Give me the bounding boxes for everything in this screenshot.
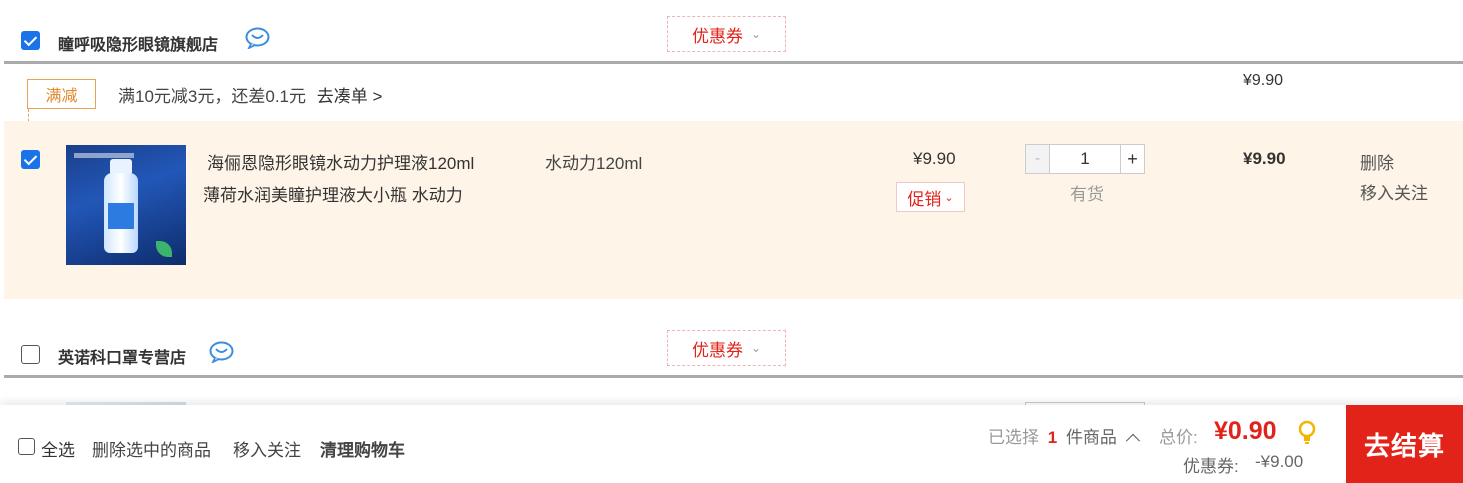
promotion-select-label: 促销 xyxy=(907,189,942,209)
clear-cart-link[interactable]: 清理购物车 xyxy=(320,436,405,461)
move-to-follow-link[interactable]: 移入关注 xyxy=(1360,179,1428,204)
chevron-up-icon xyxy=(1125,433,1140,448)
selected-prefix: 已选择 xyxy=(988,428,1039,447)
coupon-button[interactable]: 优惠券 ⌄ xyxy=(667,16,786,52)
select-all-checkbox[interactable] xyxy=(18,438,35,455)
coupon-discount-label: 优惠券: xyxy=(1183,457,1239,476)
delete-selected-link[interactable]: 删除选中的商品 xyxy=(92,436,211,461)
add-more-link[interactable]: 去凑单 > xyxy=(317,87,383,106)
selected-count: 1 xyxy=(1047,428,1058,447)
select-all-label[interactable]: 全选 xyxy=(41,436,75,461)
cart-footer: 全选 删除选中的商品 移入关注 清理购物车 已选择 1 件商品 总价: ¥0.9… xyxy=(0,405,1463,483)
promotion-rule: 满10元减3元，还差0.1元 xyxy=(118,87,306,106)
chat-icon[interactable] xyxy=(209,341,234,363)
checkout-button[interactable]: 去结算 xyxy=(1346,405,1463,483)
selected-summary[interactable]: 已选择 1 件商品 xyxy=(988,423,1140,448)
chevron-down-icon: ⌄ xyxy=(944,191,954,204)
chevron-down-icon: ⌄ xyxy=(750,341,762,355)
move-to-follow-link[interactable]: 移入关注 xyxy=(233,436,301,461)
coupon-discount-value: -¥9.00 xyxy=(1255,452,1304,471)
manjian-tag: 满减 xyxy=(27,79,96,109)
lightbulb-icon[interactable] xyxy=(1297,420,1317,446)
shop-divider xyxy=(4,61,1463,64)
total-price: ¥0.90 xyxy=(1214,417,1277,445)
shop-name[interactable]: 英诺科口罩专营店 xyxy=(58,344,186,368)
cart-item-row xyxy=(4,121,1463,299)
chat-icon[interactable] xyxy=(245,27,270,49)
promotion-select[interactable]: 促销 ⌄ xyxy=(896,182,965,212)
shop-checkbox[interactable] xyxy=(21,345,40,364)
item-checkbox[interactable] xyxy=(21,150,40,169)
unit-price: ¥9.90 xyxy=(913,149,956,168)
promotion-subtotal: ¥9.90 xyxy=(1243,72,1284,89)
product-title-line2[interactable]: 薄荷水润美瞳护理液大小瓶 水动力 xyxy=(203,181,463,206)
shop-divider xyxy=(4,375,1463,378)
product-spec: 水动力120ml xyxy=(545,154,643,173)
chevron-down-icon: ⌄ xyxy=(750,27,762,41)
selected-suffix: 件商品 xyxy=(1065,428,1117,447)
total-label: 总价: xyxy=(1159,428,1198,447)
quantity-stepper: - 1 + xyxy=(1025,144,1145,174)
line-total: ¥9.90 xyxy=(1243,149,1286,168)
product-title-line1[interactable]: 海俪恩隐形眼镜水动力护理液120ml xyxy=(207,149,474,174)
stock-status: 有货 xyxy=(1070,185,1104,204)
coupon-label: 优惠券 xyxy=(691,26,743,46)
promotion-text: 满10元减3元，还差0.1元 去凑单 > xyxy=(118,82,382,107)
quantity-input[interactable]: 1 xyxy=(1050,145,1120,173)
shop-checkbox[interactable] xyxy=(21,31,40,50)
delete-item-link[interactable]: 删除 xyxy=(1360,149,1394,174)
product-image[interactable] xyxy=(66,145,186,265)
shop-name[interactable]: 瞳呼吸隐形眼镜旗舰店 xyxy=(58,31,218,55)
quantity-increase-button[interactable]: + xyxy=(1120,145,1144,173)
coupon-label: 优惠券 xyxy=(691,340,743,360)
quantity-decrease-button[interactable]: - xyxy=(1026,145,1050,173)
coupon-button[interactable]: 优惠券 ⌄ xyxy=(667,330,786,366)
